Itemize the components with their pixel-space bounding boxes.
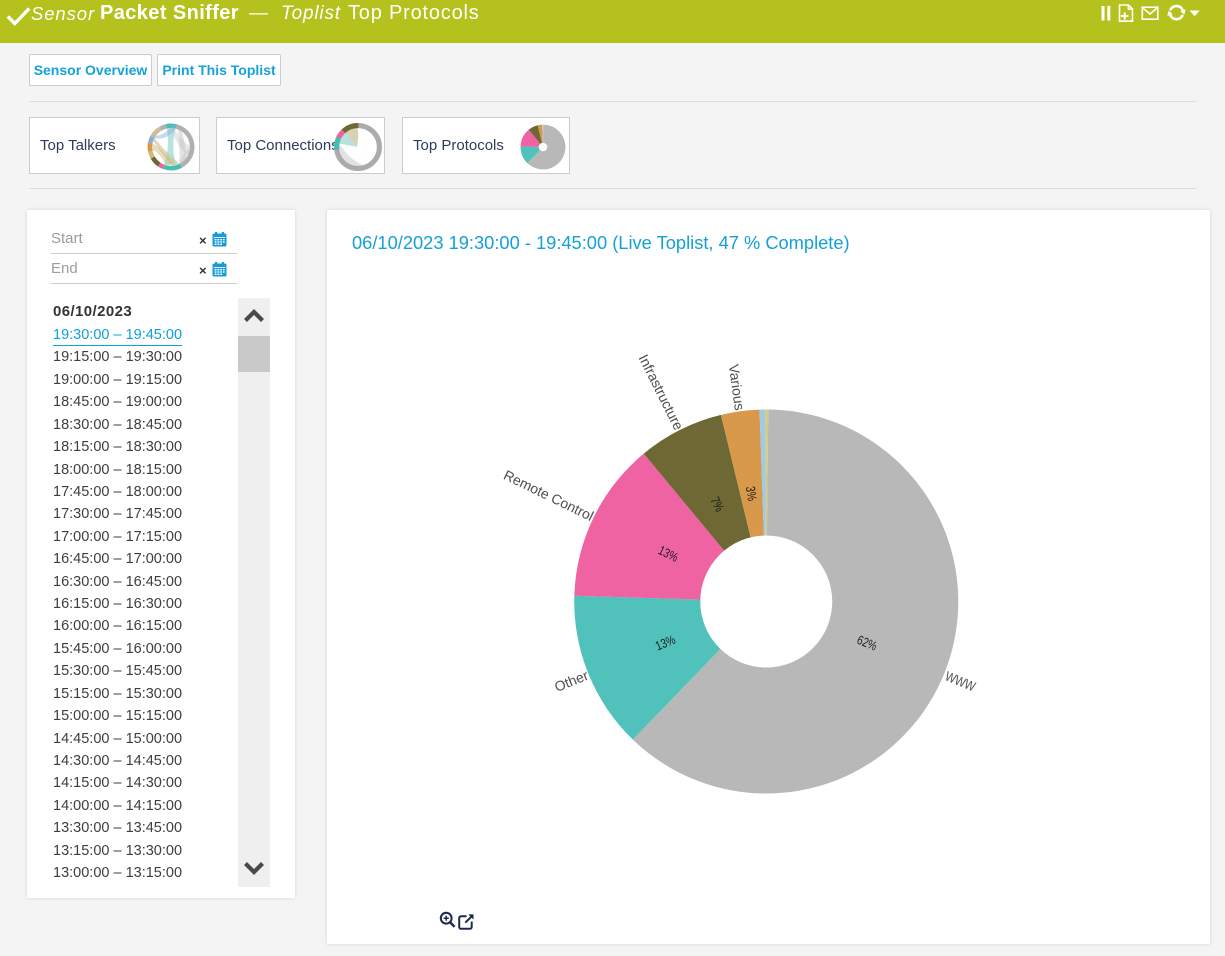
- svg-text:Various: Various: [726, 363, 748, 411]
- svg-text:3%: 3%: [743, 485, 759, 501]
- svg-text:Other: Other: [552, 667, 591, 695]
- svg-text:Remote Control: Remote Control: [501, 467, 596, 524]
- svg-text:WWW: WWW: [943, 668, 978, 694]
- svg-text:Infrastructure: Infrastructure: [636, 352, 687, 433]
